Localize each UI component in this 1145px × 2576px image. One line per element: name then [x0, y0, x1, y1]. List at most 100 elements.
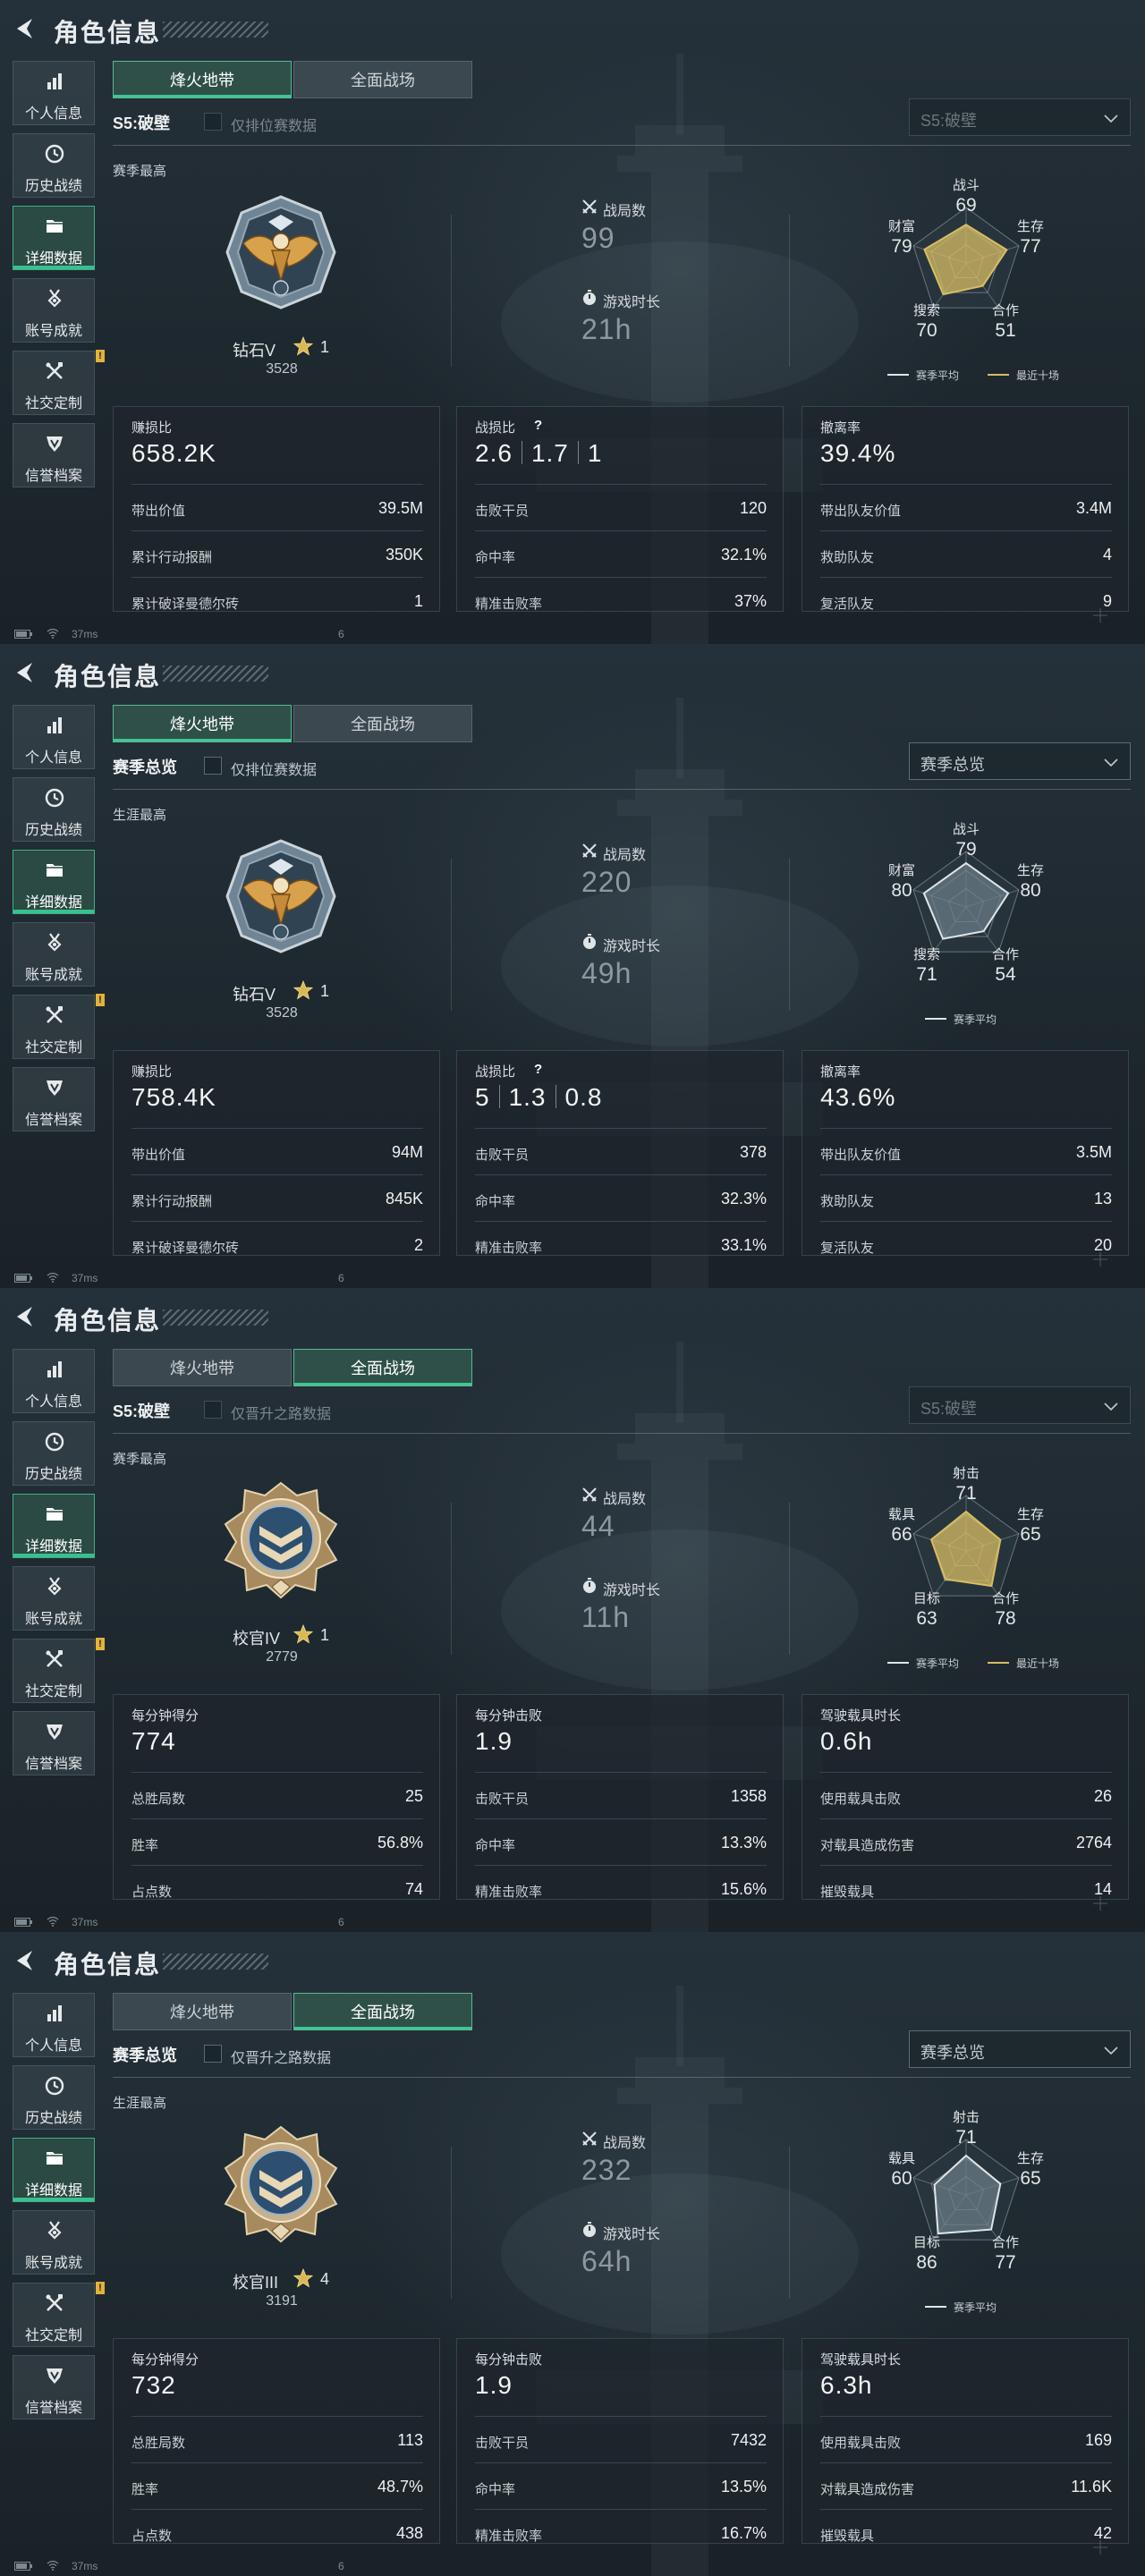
sidebar-item-5[interactable]: 信誉档案 — [13, 1067, 95, 1131]
ratio-separator — [577, 441, 579, 464]
ability-radar-chart: 战斗 79 生存 80 合作 54 搜索 71 财富 80 — [888, 822, 1044, 985]
ranked-only-checkbox[interactable] — [204, 757, 222, 775]
card-stat-row: 带出价值 39.5M — [131, 484, 423, 531]
sidebar-item-1[interactable]: 历史战绩 — [13, 1421, 95, 1486]
sidebar-item-2[interactable]: 详细数据 — [13, 2138, 95, 2202]
sidebar-item-3[interactable]: 账号成就 — [13, 2210, 95, 2275]
card-heading: 撤离率 — [820, 420, 861, 436]
sidebar-item-label: 社交定制 — [24, 1684, 82, 1699]
card-stat-row: 精准击败率 15.6% — [475, 1865, 767, 1912]
bar-chart-icon — [47, 717, 62, 733]
match-count-label: 战局数 — [603, 204, 647, 219]
tab-warzone-extraction[interactable]: 烽火地带 — [113, 1349, 292, 1386]
sidebar-item-2[interactable]: 详细数据 — [13, 206, 95, 270]
rank-star-count: 1 — [320, 982, 330, 1000]
sidebar-item-0[interactable]: 个人信息 — [13, 1349, 95, 1413]
sidebar-item-4[interactable]: 社交定制! — [13, 1638, 105, 1703]
star-icon — [293, 2268, 313, 2288]
card-stat-row: 命中率 32.3% — [475, 1174, 767, 1222]
season-dropdown[interactable]: 赛季总览 — [909, 742, 1131, 780]
sidebar-item-0[interactable]: 个人信息 — [13, 61, 95, 125]
legend-label: 赛季平均 — [916, 369, 960, 382]
back-arrow-icon[interactable] — [13, 1948, 38, 1973]
radar-axis-label: 射击 — [953, 1466, 980, 1481]
column-divider — [789, 1503, 790, 1655]
season-title: 赛季总览 — [113, 2046, 177, 2064]
row-value: 3.5M — [1075, 1143, 1112, 1161]
season-dropdown[interactable]: S5:破壁 — [909, 98, 1131, 136]
legend-swatch — [925, 2306, 946, 2308]
rank-star-count: 1 — [320, 338, 330, 356]
card-stat-row: 带出价值 94M — [131, 1128, 423, 1175]
medal-icon — [47, 289, 62, 308]
ratio-value: 5 — [475, 1083, 490, 1111]
sidebar-item-label: 历史战绩 — [24, 823, 82, 838]
sidebar-item-2[interactable]: 详细数据 — [13, 850, 95, 914]
row-label: 摧毁载具 — [820, 1885, 875, 1900]
sidebar-item-0[interactable]: 个人信息 — [13, 705, 95, 769]
radar-axis-label: 战斗 — [953, 178, 980, 193]
sidebar-item-0[interactable]: 个人信息 — [13, 1993, 95, 2057]
rank-row: 钻石V 1 — [179, 980, 385, 1004]
sidebar-item-5[interactable]: 信誉档案 — [13, 2355, 95, 2419]
battery-icon — [14, 1274, 32, 1283]
radar-axis-value: 63 — [916, 1608, 937, 1629]
row-value: 845K — [385, 1190, 423, 1208]
sidebar-item-2[interactable]: 详细数据 — [13, 1494, 95, 1558]
card-main-value: 2.6 1.7 1 — [475, 439, 602, 468]
season-dropdown[interactable]: S5:破壁 — [909, 1386, 1131, 1424]
card-main-value: 1.9 — [475, 1727, 513, 1755]
season-dropdown[interactable]: 赛季总览 — [909, 2030, 1131, 2068]
rank-badge-icon — [224, 2125, 338, 2243]
tab-full-battlefield[interactable]: 全面战场 — [293, 1349, 472, 1386]
medal-icon — [47, 2221, 62, 2240]
row-value: 32.1% — [720, 546, 767, 564]
radar-axis-value: 69 — [955, 195, 976, 216]
card-stat-row: 复活队友 20 — [820, 1221, 1112, 1268]
sidebar-item-1[interactable]: 历史战绩 — [13, 2065, 95, 2130]
folder-icon — [47, 1508, 63, 1521]
help-question-icon[interactable]: ? — [534, 1062, 542, 1077]
ranked-only-checkbox[interactable] — [204, 1401, 222, 1419]
tab-warzone-extraction[interactable]: 烽火地带 — [113, 61, 292, 98]
sidebar-item-5[interactable]: 信誉档案 — [13, 423, 95, 487]
back-arrow-icon[interactable] — [13, 660, 38, 685]
stat-card-2: 每分钟击败 1.9 击败干员 7432 命中率 13.5% 精准击败率 16.7% — [456, 2338, 784, 2544]
sidebar-item-1[interactable]: 历史战绩 — [13, 777, 95, 842]
sidebar-item-3[interactable]: 账号成就 — [13, 1566, 95, 1631]
play-time-value: 21h — [581, 313, 632, 345]
sidebar-item-4[interactable]: 社交定制! — [13, 2282, 105, 2347]
back-arrow-icon[interactable] — [13, 16, 38, 41]
sidebar-item-1[interactable]: 历史战绩 — [13, 133, 95, 198]
row-label: 命中率 — [475, 2482, 516, 2497]
radar-axis-label: 生存 — [1017, 2151, 1044, 2166]
ranked-only-checkbox[interactable] — [204, 2045, 222, 2063]
sidebar-item-label: 历史战绩 — [24, 1467, 82, 1482]
sidebar-item-4[interactable]: 社交定制! — [13, 350, 105, 415]
tab-full-battlefield[interactable]: 全面战场 — [293, 61, 472, 98]
card-stat-row: 使用载具击败 26 — [820, 1772, 1112, 1819]
tools-icon — [46, 362, 63, 379]
sidebar-item-4[interactable]: 社交定制! — [13, 994, 105, 1059]
row-label: 带出价值 — [131, 1148, 186, 1163]
tab-full-battlefield[interactable]: 全面战场 — [293, 705, 472, 742]
tab-full-battlefield[interactable]: 全面战场 — [293, 1993, 472, 2030]
sidebar-item-3[interactable]: 账号成就 — [13, 922, 95, 987]
sidebar-item-3[interactable]: 账号成就 — [13, 278, 95, 343]
play-time-value: 11h — [581, 1601, 631, 1633]
back-arrow-icon[interactable] — [13, 1304, 38, 1329]
ranked-only-checkbox[interactable] — [204, 113, 222, 131]
tab-warzone-extraction[interactable]: 烽火地带 — [113, 1993, 292, 2030]
crossed-swords-icon — [582, 199, 597, 214]
play-time-stat: 游戏时长 21h — [581, 286, 760, 349]
row-label: 救助队友 — [820, 1194, 875, 1209]
help-question-icon[interactable]: ? — [534, 418, 542, 433]
card-main-value: 43.6% — [820, 1083, 896, 1111]
row-label: 救助队友 — [820, 550, 875, 565]
sidebar-item-5[interactable]: 信誉档案 — [13, 1711, 95, 1775]
legend-swatch — [887, 1662, 909, 1664]
tab-warzone-extraction[interactable]: 烽火地带 — [113, 705, 292, 742]
ping-value: 37ms — [72, 1272, 98, 1284]
sidebar-nav: 个人信息历史战绩详细数据账号成就社交定制! 信誉档案 — [13, 705, 105, 1140]
card-heading: 每分钟击败 — [475, 1708, 543, 1724]
